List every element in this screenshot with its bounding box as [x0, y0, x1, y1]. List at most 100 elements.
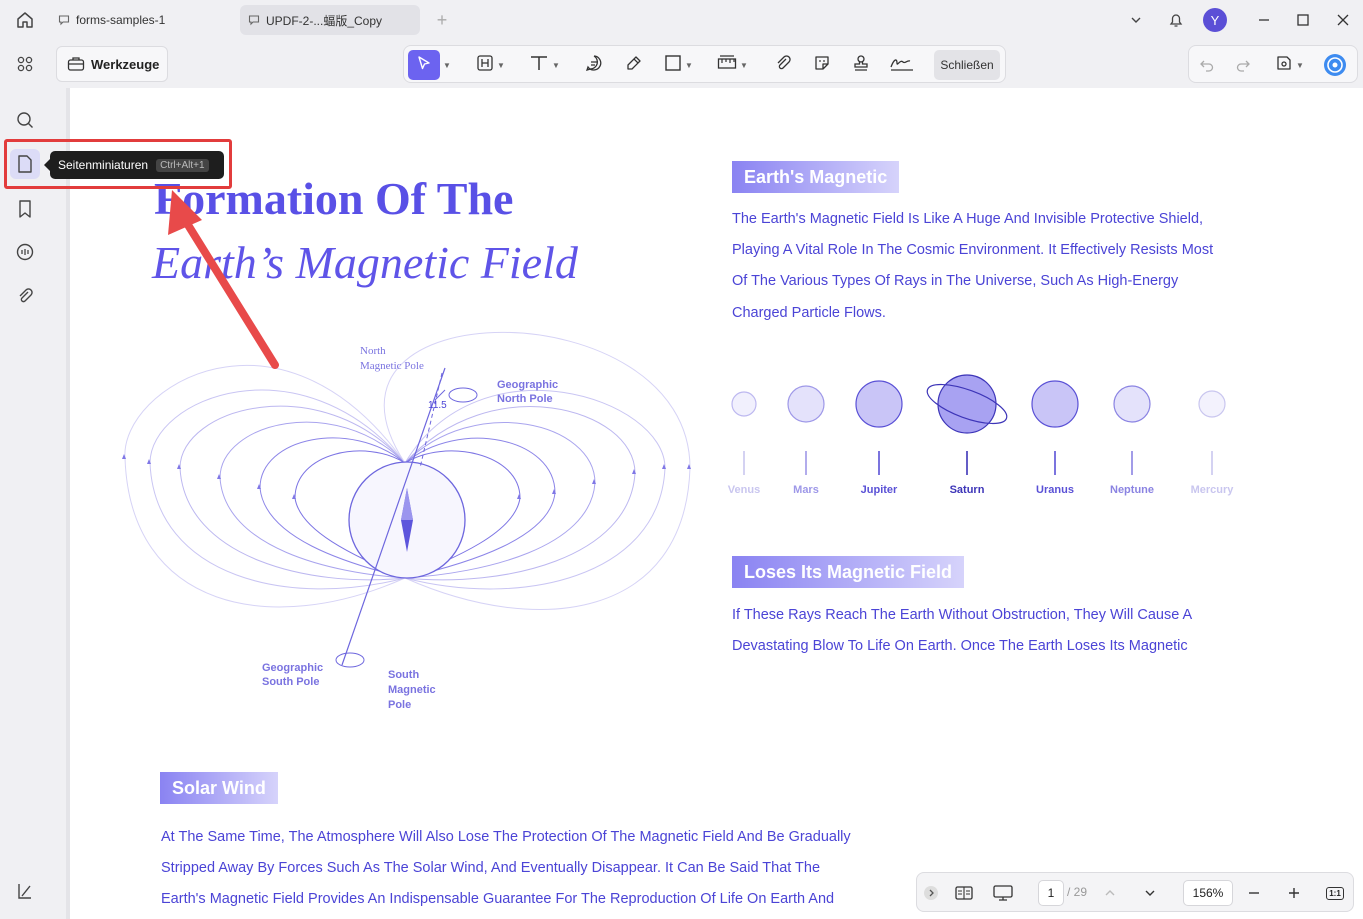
ai-assistant-icon[interactable]: [1323, 50, 1347, 80]
redo-icon[interactable]: [1235, 50, 1255, 80]
paragraph-line: The Earth's Magnetic Field Is Like A Hug…: [732, 211, 1204, 227]
stamp-tool[interactable]: [852, 50, 870, 80]
planet-label-saturn: Saturn: [949, 484, 985, 496]
apps-icon[interactable]: [10, 49, 40, 79]
new-tab-icon[interactable]: +: [432, 9, 452, 31]
pen-icon: [625, 54, 643, 77]
text-icon: [529, 54, 549, 77]
save-button[interactable]: ▼: [1275, 50, 1304, 80]
chevron-down-icon: ▼: [685, 60, 693, 70]
section-heading-earths-magnetic: Earth's Magnetic: [732, 161, 900, 193]
north-magnetic-pole-label: North: [360, 345, 386, 357]
chevron-down-icon: ▼: [740, 60, 748, 70]
speech-bubble-icon: [584, 53, 604, 78]
planet-label-mars: Mars: [793, 484, 819, 496]
paragraph-line: Stripped Away By Forces Such As The Sola…: [161, 860, 821, 877]
page-layout-icon[interactable]: [953, 881, 975, 905]
planet-label-jupiter: Jupiter: [860, 484, 898, 496]
attachment-icon[interactable]: [10, 281, 40, 311]
bell-icon[interactable]: [1165, 8, 1187, 32]
select-tool[interactable]: [408, 50, 440, 80]
comment-tool[interactable]: [584, 50, 604, 80]
signature-tool[interactable]: [889, 50, 915, 80]
paragraph-line: Playing A Vital Role In The Cosmic Envir…: [732, 242, 1214, 259]
tools-label: Werkzeuge: [91, 56, 160, 72]
signature-icon: [889, 54, 915, 77]
tools-button[interactable]: Werkzeuge: [56, 46, 168, 82]
section-paragraph: At The Same Time, The Atmosphere Will Al…: [161, 822, 851, 916]
measure-tool[interactable]: ▼: [717, 50, 748, 80]
geographic-north-pole-label: North Pole: [497, 393, 553, 405]
save-icon: [1275, 54, 1293, 77]
north-magnetic-pole-label: Magnetic Pole: [360, 360, 424, 372]
presentation-icon[interactable]: [991, 881, 1015, 905]
ruler-icon: [717, 54, 737, 77]
paragraph-line: Earth's Magnetic Field Provides An Indis…: [161, 891, 835, 908]
history-tools: ▼: [1188, 45, 1358, 83]
annotation-arrow: [168, 190, 279, 369]
minimize-icon[interactable]: [1254, 8, 1274, 32]
expand-nav-icon[interactable]: [923, 881, 939, 905]
sticker-tool[interactable]: [813, 50, 831, 80]
avatar[interactable]: Y: [1203, 8, 1227, 32]
paragraph-line: Of The Various Types Of Rays in The Univ…: [732, 273, 1179, 290]
user-avatar: Y: [1203, 8, 1227, 32]
comment-icon: [248, 13, 262, 27]
planet-label-neptune: Neptune: [1110, 484, 1154, 496]
paragraph-line: If These Rays Reach The Earth Without Ob…: [732, 607, 1193, 623]
rectangle-icon: [664, 54, 682, 77]
title-bar: forms-samples-1 UPDF-2-...蝠版_Copy + Y: [0, 0, 1363, 40]
magnetic-field-diagram: 11.5 North Magnetic Pole Geographic Nort…: [122, 331, 691, 708]
current-page-input[interactable]: 1: [1038, 880, 1064, 906]
tab-label: forms-samples-1: [76, 13, 166, 27]
zoom-in-icon[interactable]: [1285, 881, 1303, 905]
search-icon[interactable]: [10, 105, 40, 135]
main-toolbar: Werkzeuge ▼ ▼ ▼ ▼ ▼ Schließen ▼: [50, 40, 1363, 88]
undo-icon[interactable]: [1199, 50, 1219, 80]
zoom-out-icon[interactable]: [1245, 881, 1263, 905]
geographic-south-pole-label: South Pole: [262, 676, 319, 688]
close-window-icon[interactable]: [1333, 8, 1353, 32]
chevron-down-icon[interactable]: [1126, 8, 1146, 32]
fit-label: 1:1: [1326, 886, 1344, 900]
comments-icon[interactable]: [10, 237, 40, 267]
text-box-icon: [476, 54, 494, 77]
section-heading-solar-wind: Solar Wind: [160, 772, 278, 804]
south-magnetic-pole-label: South: [388, 669, 419, 681]
section-paragraph: The Earth's Magnetic Field Is Like A Hug…: [732, 204, 1213, 329]
tab-updf-copy[interactable]: UPDF-2-...蝠版_Copy: [240, 5, 420, 35]
cursor-icon: [416, 55, 432, 76]
paperclip-icon: [774, 54, 792, 77]
chevron-down-icon: ▼: [1296, 60, 1304, 70]
tab-label: UPDF-2-...蝠版_Copy: [266, 13, 383, 28]
planet-label-mercury: Mercury: [1190, 484, 1234, 496]
actual-size-button[interactable]: 1:1: [1325, 881, 1345, 905]
planets-illustration: [731, 374, 1226, 475]
geographic-north-pole-label: Geographic: [497, 379, 558, 391]
zoom-level[interactable]: 156%: [1183, 880, 1233, 906]
previous-page-icon[interactable]: [1101, 881, 1119, 905]
bookmark-icon[interactable]: [10, 194, 40, 224]
south-magnetic-pole-label: Pole: [388, 699, 411, 708]
close-button[interactable]: Schließen: [934, 50, 1000, 80]
section-heading-loses-magnetic-field: Loses Its Magnetic Field: [732, 556, 965, 588]
home-icon[interactable]: [12, 8, 38, 32]
page-total: / 29: [1067, 885, 1088, 899]
maximize-icon[interactable]: [1293, 8, 1313, 32]
comment-icon: [58, 13, 72, 27]
tab-forms-samples[interactable]: forms-samples-1: [50, 5, 234, 35]
section-paragraph: If These Rays Reach The Earth Without Ob…: [732, 600, 1192, 662]
chevron-down-icon: ▼: [443, 60, 451, 70]
chevron-down-icon: ▼: [552, 60, 560, 70]
layers-icon[interactable]: [10, 876, 40, 906]
text-box-tool[interactable]: ▼: [476, 50, 505, 80]
highlighter-tool[interactable]: [625, 50, 643, 80]
next-page-icon[interactable]: [1141, 881, 1159, 905]
annotation-tools: ▼ ▼ ▼ ▼ ▼ Schließen: [403, 45, 1006, 83]
shape-tool[interactable]: ▼: [664, 50, 693, 80]
text-tool[interactable]: ▼: [529, 50, 560, 80]
toolbox-icon: [67, 56, 85, 72]
select-dropdown[interactable]: ▼: [440, 50, 451, 80]
attach-tool[interactable]: [774, 50, 792, 80]
paragraph-line: Charged Particle Flows.: [732, 304, 886, 321]
